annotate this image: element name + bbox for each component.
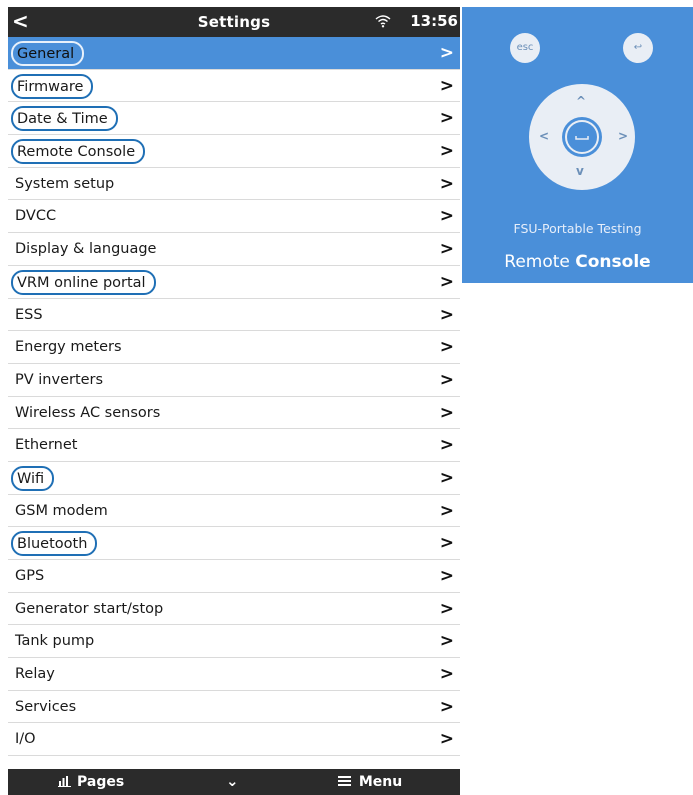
menu-item-label: System setup [15, 175, 115, 192]
menu-item-label: I/O [15, 731, 36, 748]
chevron-right-icon: > [439, 206, 454, 227]
device-name: FSU-Portable Testing [513, 221, 642, 236]
pages-button[interactable]: Pages [58, 774, 124, 791]
space-bar-icon [565, 120, 599, 154]
menu-item[interactable]: GSM modem > [8, 494, 460, 528]
menu-item-label: Remote Console [11, 139, 146, 165]
menu-item-label: General [11, 41, 85, 66]
page-title: Settings [197, 13, 271, 31]
menu-item[interactable]: Wireless AC sensors > [8, 396, 460, 430]
chevron-right-icon: > [439, 369, 454, 390]
menu-item-label: Date & Time [11, 106, 118, 132]
menu-item[interactable]: Remote Console > [8, 135, 460, 168]
menu-item[interactable]: Tank pump > [8, 625, 460, 659]
chevron-right-icon: > [439, 533, 454, 554]
menu-item-label: GPS [15, 568, 45, 584]
menu-item-label: Firmware [11, 73, 94, 99]
wifi-icon [375, 13, 391, 32]
chevron-right-icon: > [439, 141, 454, 162]
menu-item-label: Tank pump [15, 633, 95, 650]
menu-item[interactable]: System setup > [8, 167, 460, 201]
bar-chart-icon [58, 775, 71, 791]
chevron-right-icon: > [439, 664, 454, 685]
menu-item[interactable]: Services > [8, 690, 460, 724]
menu-item-label: Bluetooth [11, 531, 98, 557]
menu-item[interactable]: PV inverters > [8, 363, 460, 397]
chevron-right-icon: > [439, 566, 454, 586]
bottom-bar: Pages ⌄ Menu [8, 769, 460, 795]
menu-item-label: PV inverters [15, 371, 104, 388]
chevron-right-icon: > [439, 239, 454, 260]
chevron-down-icon[interactable]: ⌄ [226, 772, 239, 790]
chevron-right-icon: > [439, 467, 454, 488]
remote-console-title-strong: Console [575, 252, 651, 272]
status-bar: < Settings 13:56 [8, 7, 460, 37]
chevron-right-icon: > [439, 696, 454, 717]
menu-item-label: Energy meters [15, 339, 122, 356]
chevron-right-icon: > [439, 598, 454, 619]
chevron-right-icon: > [439, 729, 454, 750]
menu-item[interactable]: Energy meters > [8, 331, 460, 364]
dpad-right-arrow-icon[interactable]: > [618, 129, 628, 143]
menu-item[interactable]: I/O > [8, 723, 460, 757]
menu-item-label: GSM modem [15, 502, 108, 519]
chevron-right-icon: > [439, 402, 454, 423]
dpad-down-arrow-icon[interactable]: v [576, 164, 584, 178]
menu-item-label: Ethernet [15, 437, 78, 454]
dpad: ^ < > v [529, 84, 635, 190]
menu-item-label: Relay [15, 666, 55, 683]
dpad-left-arrow-icon[interactable]: < [539, 129, 549, 143]
menu-item-label: Wireless AC sensors [15, 404, 161, 421]
menu-item[interactable]: Date & Time > [8, 102, 460, 136]
chevron-right-icon: > [439, 108, 454, 129]
menu-item[interactable]: Firmware > [8, 69, 460, 103]
menu-item[interactable]: Ethernet > [8, 429, 460, 462]
menu-item-label: VRM online portal [11, 269, 156, 295]
menu-item[interactable]: ESS > [8, 298, 460, 332]
menu-item[interactable]: Relay > [8, 658, 460, 691]
enter-button[interactable]: ↩ [623, 33, 653, 63]
menu-item[interactable]: Bluetooth > [8, 527, 460, 560]
menu-item-label: Display & language [15, 241, 157, 258]
chevron-right-icon: > [439, 173, 454, 194]
menu-item[interactable]: Generator start/stop > [8, 592, 460, 626]
menu-item[interactable]: General > [8, 37, 460, 70]
menu-item-label: Services [15, 698, 77, 715]
remote-console-title-prefix: Remote [504, 252, 576, 272]
chevron-right-icon: > [439, 337, 454, 358]
menu-item-label: DVCC [15, 208, 57, 225]
chevron-right-icon: > [439, 43, 454, 63]
settings-menu-list: General > Firmware > Date & Time > Remote Cons… [8, 37, 460, 757]
chevron-right-icon: > [439, 304, 454, 325]
menu-item[interactable]: VRM online portal > [8, 265, 460, 299]
chevron-right-icon: > [439, 500, 454, 521]
esc-button[interactable]: esc [510, 33, 540, 63]
menu-item[interactable]: DVCC > [8, 200, 460, 234]
menu-item-label: Generator start/stop [15, 600, 164, 617]
remote-console-panel: esc ↩ ^ < > v FSU-Portable Testing Remot… [462, 7, 693, 283]
chevron-right-icon: > [439, 435, 454, 456]
clock: 13:56 [410, 12, 458, 30]
return-icon: ↩ [633, 42, 643, 53]
chevron-right-icon: > [439, 271, 454, 292]
remote-console-title: Remote Console [462, 252, 693, 272]
menu-item-label: Wifi [11, 465, 55, 491]
chevron-right-icon: > [439, 75, 454, 96]
menu-item-label: ESS [15, 306, 43, 323]
chevron-right-icon: > [439, 631, 454, 652]
menu-item[interactable]: Wifi > [8, 461, 460, 495]
settings-screen: < Settings 13:56 General > Firmware > Date &… [8, 7, 460, 795]
dpad-up-arrow-icon[interactable]: ^ [576, 94, 586, 108]
dpad-center-button[interactable] [562, 117, 602, 157]
menu-item[interactable]: Display & language > [8, 233, 460, 266]
menu-item[interactable]: GPS > [8, 560, 460, 593]
